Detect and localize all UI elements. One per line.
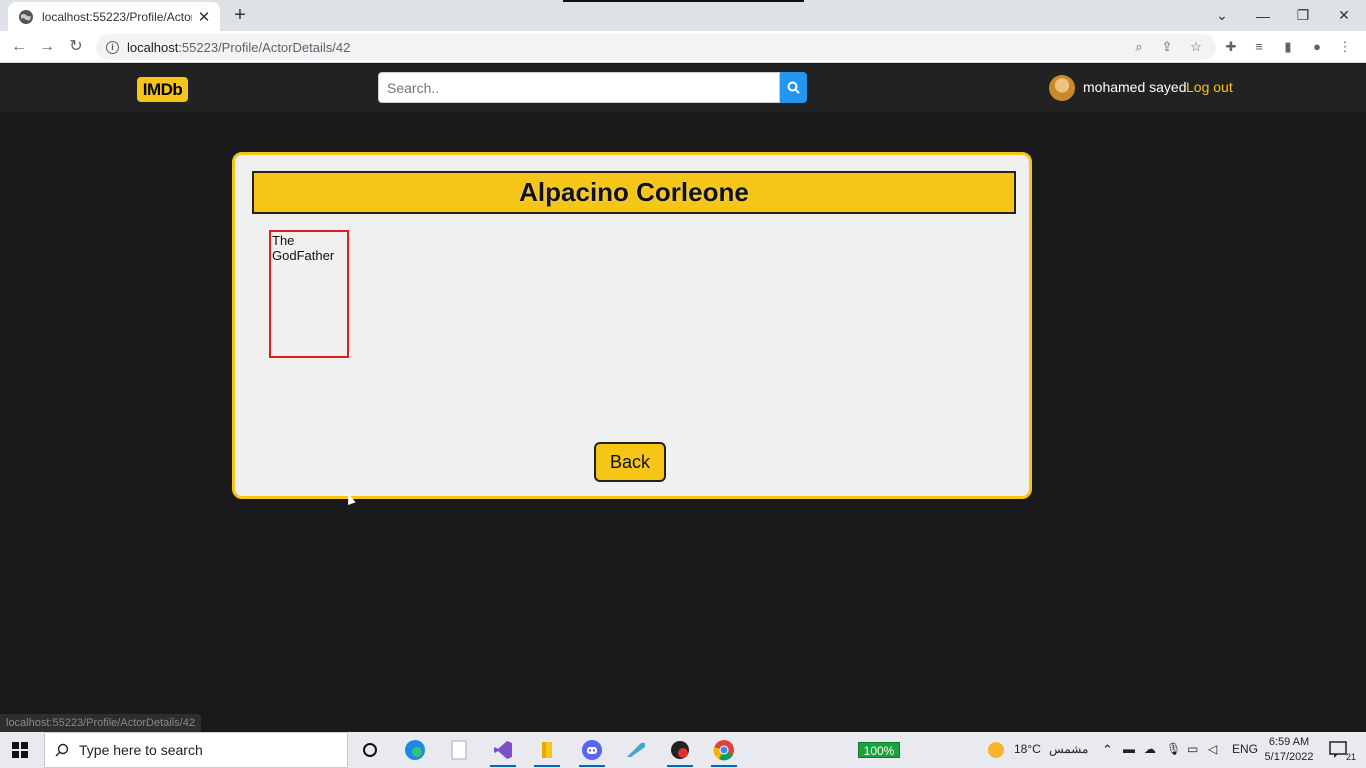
file-explorer-icon[interactable] — [532, 736, 562, 767]
chevron-up-icon[interactable]: ⌃ — [1102, 742, 1113, 758]
logout-link[interactable]: Log out — [1186, 79, 1233, 95]
pen-app-icon[interactable] — [621, 736, 651, 764]
edge-icon[interactable] — [400, 736, 430, 764]
media-icon[interactable]: ≡ — [1251, 39, 1267, 55]
network-icon[interactable]: ▭ — [1187, 742, 1198, 756]
browser-toolbar: ← → ↻ i localhost:55223/Profile/ActorDet… — [0, 31, 1366, 63]
cortana-icon[interactable] — [355, 736, 385, 764]
new-tab-button[interactable]: + — [228, 3, 252, 27]
taskbar: Type here to search 100% 18°C مشمس ⌃ ▬ ☁… — [0, 732, 1366, 768]
taskbar-search[interactable]: Type here to search — [44, 732, 348, 768]
url-path: :55223/Profile/ActorDetails/42 — [178, 39, 351, 55]
actor-name: Alpacino Corleone — [252, 171, 1016, 214]
discord-icon[interactable] — [577, 736, 607, 767]
avatar[interactable] — [1049, 75, 1075, 101]
search-icon — [55, 743, 69, 757]
weather-text[interactable]: مشمس — [1049, 742, 1088, 756]
taskbar-search-placeholder: Type here to search — [79, 742, 203, 758]
imdb-logo[interactable]: IMDb — [137, 77, 188, 102]
browser-tab[interactable]: localhost:55223/Profile/ActorDet ✕ — [8, 2, 220, 31]
menu-icon[interactable]: ⋮ — [1337, 39, 1353, 55]
address-bar[interactable]: i localhost:55223/Profile/ActorDetails/4… — [96, 34, 1216, 60]
close-window-icon[interactable]: ✕ — [1324, 0, 1364, 31]
share-icon[interactable]: ⇪ — [1159, 39, 1175, 55]
username: mohamed sayed — [1083, 79, 1187, 95]
file-icon[interactable] — [444, 736, 474, 764]
language-indicator[interactable]: ENG — [1232, 742, 1258, 756]
restore-icon[interactable]: ❐ — [1283, 0, 1323, 31]
extensions-icon[interactable]: ✚ — [1223, 39, 1239, 55]
clock-date: 5/17/2022 — [1264, 751, 1314, 763]
chrome-icon[interactable] — [709, 736, 739, 767]
url-host: localhost — [127, 39, 179, 55]
search-icon — [787, 81, 800, 94]
minimize-icon[interactable]: — — [1243, 0, 1283, 31]
notification-count: 21 — [1345, 752, 1356, 762]
microphone-icon[interactable]: 🎙 — [1166, 742, 1181, 756]
volume-icon[interactable]: ◁ — [1208, 742, 1217, 756]
status-bar-url: localhost:55223/Profile/ActorDetails/42 — [0, 714, 201, 732]
site-header: IMDb mohamed sayed Log out — [0, 64, 1366, 112]
clock-time: 6:59 AM — [1268, 736, 1310, 748]
side-panel-icon[interactable]: ▮ — [1280, 39, 1296, 55]
actor-details-card: Alpacino Corleone The GodFather Back — [232, 152, 1032, 499]
battery-indicator[interactable]: 100% — [858, 742, 900, 758]
windows-start-icon[interactable] — [12, 742, 28, 758]
visual-studio-icon[interactable] — [488, 736, 518, 767]
tab-search-icon[interactable]: ⌄ — [1202, 0, 1242, 31]
screen-capture-indicator — [563, 0, 804, 2]
globe-icon — [19, 9, 33, 24]
back-button[interactable]: Back — [594, 442, 666, 482]
browser-tabstrip: localhost:55223/Profile/ActorDet ✕ + ⌄ —… — [0, 0, 1366, 31]
movie-card[interactable]: The GodFather — [269, 230, 349, 358]
search-button[interactable] — [780, 72, 807, 103]
recorder-icon[interactable] — [665, 736, 695, 767]
tab-title: localhost:55223/Profile/ActorDet — [42, 9, 192, 24]
notifications-icon[interactable]: 21 — [1324, 736, 1356, 764]
search-input[interactable] — [378, 72, 780, 103]
back-arrow-icon[interactable]: ← — [9, 37, 29, 57]
forward-arrow-icon[interactable]: → — [37, 37, 57, 57]
reload-icon[interactable]: ↻ — [66, 37, 86, 57]
site-info-icon[interactable]: i — [106, 40, 119, 54]
profile-icon[interactable]: ● — [1309, 39, 1325, 55]
bookmark-star-icon[interactable]: ☆ — [1188, 39, 1204, 55]
battery-icon[interactable]: ▬ — [1123, 742, 1135, 756]
tab-close-icon[interactable]: ✕ — [196, 8, 212, 26]
cloud-icon[interactable]: ☁ — [1144, 742, 1156, 756]
zoom-icon[interactable]: ⌕ — [1131, 39, 1147, 55]
clock[interactable]: 6:59 AM 5/17/2022 — [1262, 735, 1316, 765]
weather-sun-icon[interactable] — [988, 742, 1004, 758]
temperature[interactable]: 18°C — [1014, 742, 1041, 756]
